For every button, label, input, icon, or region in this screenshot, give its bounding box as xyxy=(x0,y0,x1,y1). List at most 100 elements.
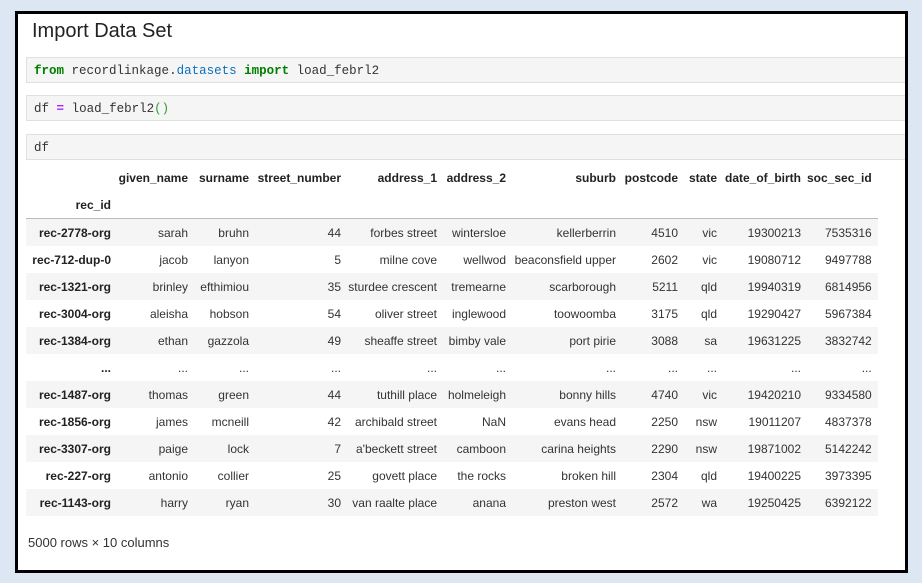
row-index: rec-1143-org xyxy=(39,495,111,510)
corner xyxy=(26,164,117,191)
table-cell: ... xyxy=(861,360,872,375)
table-cell: qld xyxy=(700,306,717,321)
column-header: surname xyxy=(198,170,249,185)
table-cell: anana xyxy=(472,495,506,510)
table-cell: 35 xyxy=(327,279,341,294)
table-cell: NaN xyxy=(481,414,506,429)
table-cell: toowoomba xyxy=(553,306,616,321)
row-index: rec-227-org xyxy=(45,468,111,483)
table-cell: wa xyxy=(701,495,717,510)
operator: = xyxy=(56,102,65,116)
table-cell: 19420210 xyxy=(747,387,801,402)
table-cell: 4510 xyxy=(651,225,678,240)
table-cell: 3832742 xyxy=(825,333,872,348)
table-cell: 9334580 xyxy=(825,387,872,402)
keyword: from xyxy=(34,64,65,78)
table-cell: 6814956 xyxy=(825,279,872,294)
imported-name: load_febrl2 xyxy=(296,64,380,78)
table-cell: 2572 xyxy=(651,495,678,510)
table-cell: gazzola xyxy=(207,333,249,348)
submodule: datasets xyxy=(176,64,237,78)
section-heading: Import Data Set xyxy=(32,20,173,42)
table-cell: 7535316 xyxy=(825,225,872,240)
table-row: rec-3004-org aleisha hobson 54 oliver street… xyxy=(26,300,878,327)
table-cell: 2304 xyxy=(651,468,678,483)
table-cell: 44 xyxy=(327,225,341,240)
table-cell: vic xyxy=(702,252,717,267)
table-cell: hobson xyxy=(209,306,249,321)
table-cell: mcneill xyxy=(211,414,249,429)
table-cell: preston west xyxy=(547,495,616,510)
parens: () xyxy=(154,102,170,116)
table-cell: 19250425 xyxy=(747,495,801,510)
table-cell: 5142242 xyxy=(825,441,872,456)
table-cell: wintersloe xyxy=(451,225,506,240)
table-cell: holmeleigh xyxy=(447,387,506,402)
column-header: postcode xyxy=(624,170,678,185)
table-cell: nsw xyxy=(695,414,717,429)
table-cell: ... xyxy=(495,360,506,375)
table-cell: 2602 xyxy=(651,252,678,267)
table-cell: vic xyxy=(702,387,717,402)
table-cell: thomas xyxy=(148,387,188,402)
table-cell: archibald street xyxy=(354,414,437,429)
dot: . xyxy=(169,64,177,78)
variable: df xyxy=(34,141,50,155)
table-cell: aleisha xyxy=(149,306,188,321)
table-cell: ... xyxy=(706,360,717,375)
table-cell: 19300213 xyxy=(747,225,801,240)
table-cell: 5 xyxy=(334,252,341,267)
table-cell: ethan xyxy=(157,333,188,348)
table-cell: bimby vale xyxy=(448,333,506,348)
notebook-frame: Import Data Set from recordlinkage.datas… xyxy=(15,11,908,573)
function: load_febrl2 xyxy=(71,102,155,116)
table-cell: collier xyxy=(217,468,249,483)
table-cell: kellerberrin xyxy=(556,225,616,240)
header-row: given_name surname street_number address_1 a… xyxy=(26,164,878,191)
table-cell: oliver street xyxy=(374,306,437,321)
table-cell: green xyxy=(218,387,249,402)
table-cell: 2290 xyxy=(651,441,678,456)
row-index: rec-1384-org xyxy=(38,333,111,348)
column-header: state xyxy=(688,170,717,185)
column-header: soc_sec_id xyxy=(807,170,872,185)
table-cell: vic xyxy=(702,225,717,240)
table-cell: harry xyxy=(160,495,188,510)
table-cell: 3175 xyxy=(651,306,678,321)
table-cell: 6392122 xyxy=(825,495,872,510)
table-cell: antonio xyxy=(148,468,188,483)
table-row: rec-1384-org ethan gazzola 49 sheaffe street… xyxy=(26,327,878,354)
code-cell-df[interactable]: df xyxy=(26,134,905,160)
code-cell-load[interactable]: df = load_febrl2() xyxy=(26,95,905,121)
table-cell: tremearne xyxy=(451,279,506,294)
table-cell: 2250 xyxy=(651,414,678,429)
row-index: rec-3004-org xyxy=(38,306,111,321)
table-cell: milne cove xyxy=(379,252,437,267)
table-cell: 19871002 xyxy=(747,441,801,456)
table-cell: ... xyxy=(790,360,801,375)
table-cell: the rocks xyxy=(457,468,506,483)
table-cell: 4837378 xyxy=(825,414,872,429)
table-cell: inglewood xyxy=(451,306,506,321)
code-cell-import[interactable]: from recordlinkage.datasets import load_… xyxy=(26,57,905,83)
row-index: rec-3307-org xyxy=(38,441,111,456)
table-cell: scarborough xyxy=(549,279,616,294)
table-row: rec-712-dup-0 jacob lanyon 5 milne cove wellw… xyxy=(26,246,878,273)
table-cell: 5967384 xyxy=(825,306,872,321)
table-row: ................................. xyxy=(26,354,878,381)
table-row: rec-1143-org harry ryan 30 van raalte place a… xyxy=(26,489,878,516)
row-index: rec-1856-org xyxy=(38,414,111,429)
table-cell: 5211 xyxy=(652,279,678,294)
table-cell: 3973395 xyxy=(825,468,872,483)
table-cell: camboon xyxy=(456,441,506,456)
table-cell: 42 xyxy=(327,414,341,429)
column-header: address_1 xyxy=(377,170,437,185)
table-cell: jacob xyxy=(159,252,188,267)
table-cell: 44 xyxy=(327,387,341,402)
dataframe-table: given_name surname street_number address_1 a… xyxy=(26,164,878,516)
table-cell: sarah xyxy=(157,225,188,240)
table-row: rec-2778-org sarah bruhn 44 forbes street win… xyxy=(26,218,878,246)
table-cell: james xyxy=(155,414,188,429)
table-cell: broken hill xyxy=(561,468,616,483)
table-cell: bonny hills xyxy=(559,387,616,402)
